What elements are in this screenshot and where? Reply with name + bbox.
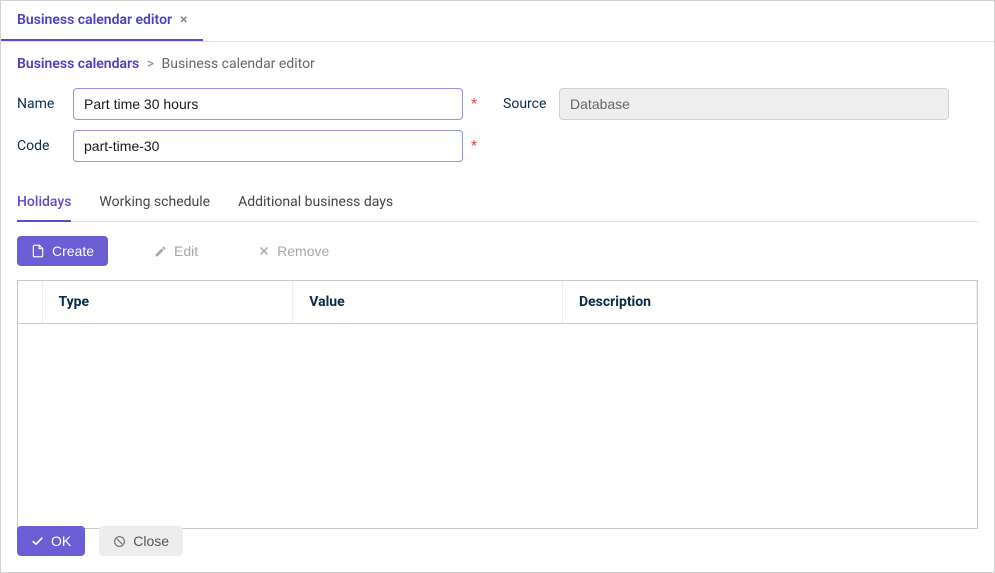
- source-input: [559, 88, 949, 120]
- subtab-holidays[interactable]: Holidays: [17, 184, 71, 222]
- edit-button[interactable]: Edit: [140, 236, 212, 266]
- table-empty-body: [18, 324, 977, 528]
- ok-button[interactable]: OK: [17, 526, 85, 556]
- breadcrumb: Business calendars > Business calendar e…: [17, 56, 978, 72]
- holidays-table: Type Value Description: [18, 281, 977, 528]
- row-code: Code *: [17, 130, 978, 162]
- tab-close-icon[interactable]: ×: [180, 12, 187, 28]
- close-button[interactable]: Close: [99, 526, 183, 556]
- breadcrumb-current: Business calendar editor: [162, 56, 315, 72]
- tab-business-calendar-editor[interactable]: Business calendar editor ×: [1, 1, 203, 41]
- ok-button-label: OK: [51, 534, 71, 548]
- check-icon: [31, 535, 44, 548]
- edit-button-label: Edit: [174, 244, 198, 258]
- required-mark: *: [471, 96, 477, 112]
- remove-button-label: Remove: [277, 244, 329, 258]
- content-area: Business calendars > Business calendar e…: [1, 42, 994, 543]
- col-description[interactable]: Description: [562, 281, 976, 324]
- subtab-additional-business-days[interactable]: Additional business days: [238, 184, 393, 221]
- col-type[interactable]: Type: [42, 281, 293, 324]
- close-button-label: Close: [133, 534, 169, 548]
- source-label: Source: [503, 96, 547, 112]
- tab-title: Business calendar editor: [17, 12, 172, 28]
- footer-actions: OK Close: [17, 526, 183, 556]
- row-name: Name * Source: [17, 88, 978, 120]
- window-tabbar: Business calendar editor ×: [1, 1, 994, 42]
- col-value[interactable]: Value: [293, 281, 563, 324]
- remove-button[interactable]: Remove: [244, 236, 343, 266]
- file-plus-icon: [31, 244, 45, 258]
- create-button[interactable]: Create: [17, 236, 108, 266]
- remove-icon: [258, 245, 270, 257]
- code-label: Code: [17, 138, 61, 154]
- code-input[interactable]: [73, 130, 463, 162]
- pencil-icon: [154, 245, 167, 258]
- table-toolbar: Create Edit Remove: [17, 236, 978, 266]
- editor-window: Business calendar editor × Business cale…: [0, 0, 995, 573]
- col-select: [18, 281, 42, 324]
- breadcrumb-root-link[interactable]: Business calendars: [17, 56, 139, 72]
- name-label: Name: [17, 96, 61, 112]
- holidays-table-container: Type Value Description: [17, 280, 978, 529]
- name-input[interactable]: [73, 88, 463, 120]
- breadcrumb-separator: >: [147, 56, 154, 72]
- create-button-label: Create: [52, 244, 94, 258]
- subtabs: Holidays Working schedule Additional bus…: [17, 184, 978, 222]
- cancel-icon: [113, 535, 126, 548]
- required-mark: *: [471, 138, 477, 154]
- subtab-working-schedule[interactable]: Working schedule: [99, 184, 210, 221]
